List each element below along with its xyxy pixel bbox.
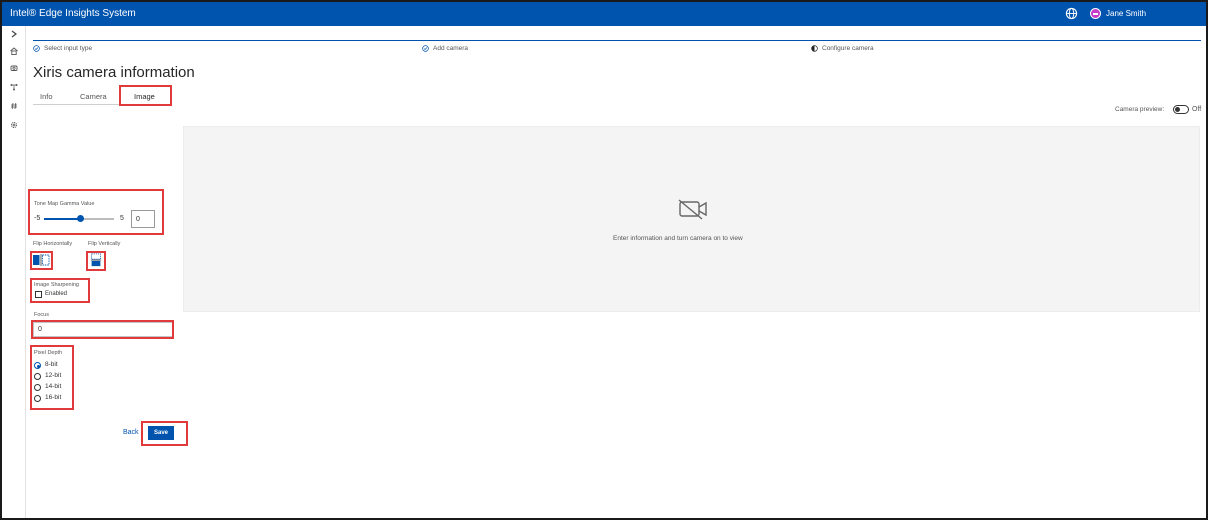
- preview-placeholder-message: Enter information and turn camera on to …: [613, 235, 743, 242]
- app-frame: Intel® Edge Insights System Jane Smith S…: [0, 0, 1208, 520]
- tab-info[interactable]: Info: [40, 92, 53, 101]
- image-sharpening-option-label: Enabled: [45, 291, 68, 297]
- home-icon[interactable]: [9, 46, 19, 56]
- pixel-depth-label: Pixel Depth: [34, 350, 63, 356]
- pixel-depth-radio-14bit[interactable]: [34, 384, 41, 391]
- stepper-progress-line: [33, 40, 1201, 41]
- user-name[interactable]: Jane Smith: [1106, 9, 1146, 18]
- highlight-box-tab-image: [119, 85, 172, 106]
- tone-map-slider-handle[interactable]: [77, 215, 84, 222]
- page-title: Xiris camera information: [33, 64, 195, 81]
- back-button[interactable]: Back: [123, 429, 139, 436]
- highlight-box-save: [141, 421, 188, 446]
- flip-vertically-label: Flip Vertically: [88, 241, 121, 247]
- app-title: Intel® Edge Insights System: [10, 8, 136, 19]
- step-label: Add camera: [433, 45, 469, 52]
- tab-camera[interactable]: Camera: [80, 92, 107, 101]
- pixel-depth-option-label: 12-bit: [45, 372, 62, 379]
- tone-map-label: Tone Map Gamma Value: [34, 201, 95, 207]
- flip-horizontally-label: Flip Horizontally: [33, 241, 73, 247]
- flip-vertical-icon[interactable]: [87, 253, 105, 267]
- pixel-depth-option-label: 16-bit: [45, 394, 62, 401]
- tone-map-slider-fill: [44, 218, 80, 220]
- step-label: Configure camera: [822, 45, 874, 52]
- gear-icon[interactable]: [9, 120, 19, 130]
- camera-preview-toggle[interactable]: [1173, 105, 1189, 114]
- flip-horizontal-icon[interactable]: [32, 253, 50, 267]
- camera-icon[interactable]: [9, 63, 19, 73]
- top-bar: Intel® Edge Insights System Jane Smith: [2, 2, 1206, 26]
- video-off-icon: [678, 199, 707, 220]
- pixel-depth-radio-8bit[interactable]: [34, 362, 41, 369]
- hash-icon[interactable]: [9, 101, 19, 111]
- focus-label: Focus: [34, 312, 49, 318]
- step-label: Select input type: [44, 45, 93, 52]
- slider-max-label: 5: [120, 215, 124, 222]
- image-sharpening-label: Image Sharpening: [34, 282, 79, 288]
- tone-map-value-input[interactable]: 0: [131, 210, 155, 228]
- network-icon[interactable]: [9, 82, 19, 92]
- half-circle-icon: [811, 45, 818, 52]
- camera-preview-label: Camera preview:: [1115, 106, 1165, 113]
- side-rail: [2, 26, 26, 518]
- pixel-depth-option-label: 8-bit: [45, 361, 58, 368]
- slider-min-label: -5: [34, 215, 41, 222]
- step-select-input-type[interactable]: Select input type: [33, 45, 92, 52]
- pixel-depth-radio-16bit[interactable]: [34, 395, 41, 402]
- pixel-depth-option-label: 14-bit: [45, 383, 62, 390]
- highlight-box-focus: [31, 320, 174, 339]
- expand-chevron-icon[interactable]: [9, 29, 19, 39]
- pixel-depth-radio-12bit[interactable]: [34, 373, 41, 380]
- user-avatar[interactable]: [1090, 8, 1101, 19]
- step-add-camera[interactable]: Add camera: [422, 45, 468, 52]
- image-sharpening-checkbox[interactable]: [35, 291, 42, 298]
- check-circle-icon: [422, 45, 429, 52]
- globe-icon[interactable]: [1065, 7, 1078, 20]
- check-circle-icon: [33, 45, 40, 52]
- camera-preview-state: Off: [1192, 106, 1202, 113]
- step-configure-camera[interactable]: Configure camera: [811, 45, 874, 52]
